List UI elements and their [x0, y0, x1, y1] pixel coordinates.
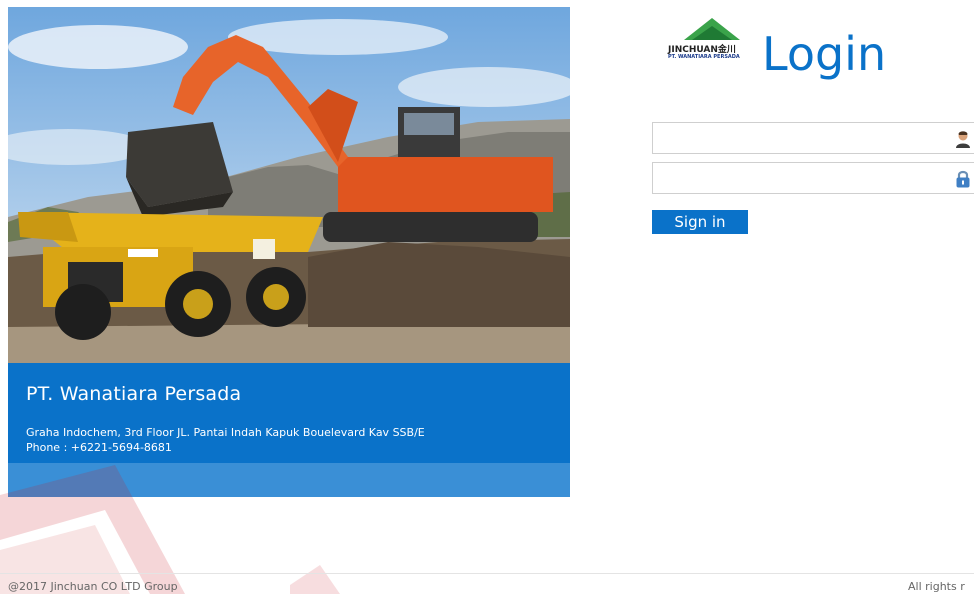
footer-divider [0, 573, 974, 574]
jinchuan-logo: JINCHUAN金川 PT. WANATIARA PERSADA [664, 14, 764, 70]
logo-subtitle: PT. WANATIARA PERSADA [668, 54, 740, 60]
company-contact: Graha Indochem, 3rd Floor JL. Pantai Ind… [26, 425, 425, 455]
lock-icon [956, 170, 970, 188]
footer-rights: All rights r [908, 580, 965, 593]
company-name: PT. Wanatiara Persada [26, 383, 242, 405]
password-field[interactable] [652, 162, 974, 194]
password-input[interactable] [659, 164, 953, 194]
user-icon [956, 131, 970, 148]
company-phone: Phone : +6221-5694-8681 [26, 441, 172, 454]
mining-photo [8, 7, 570, 363]
sign-in-button[interactable]: Sign in [652, 210, 748, 234]
company-address: Graha Indochem, 3rd Floor JL. Pantai Ind… [26, 426, 425, 439]
company-info: PT. Wanatiara Persada Graha Indochem, 3r… [8, 363, 570, 463]
footer-copyright: @2017 Jinchuan CO LTD Group [8, 580, 178, 593]
login-title: Login [762, 27, 887, 81]
username-field[interactable] [652, 122, 974, 154]
mountain-logo-icon [684, 18, 740, 40]
username-input[interactable] [659, 124, 953, 154]
hero-panel: PT. Wanatiara Persada Graha Indochem, 3r… [8, 7, 570, 497]
